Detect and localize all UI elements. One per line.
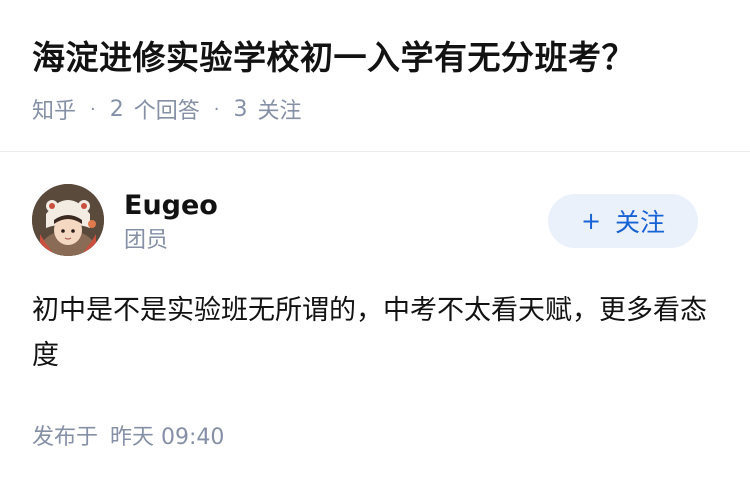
source-label[interactable]: 知乎 xyxy=(32,93,76,125)
answers-label[interactable]: 个回答 xyxy=(134,93,200,125)
answer-content[interactable]: 初中是不是实验班无所谓的，中考不太看天赋，更多看态度 xyxy=(32,288,718,378)
published-time: 昨天 09:40 xyxy=(110,425,225,450)
published-label: 发布于 xyxy=(32,425,99,450)
follow-button-label: 关注 xyxy=(615,208,666,237)
answer-card: Eugeo 团员 + 关注 初中是不是实验班无所谓的，中考不太看天赋，更多看态度… xyxy=(0,153,750,486)
follow-button[interactable]: + 关注 xyxy=(548,194,698,248)
question-header: 海淀进修实验学校初一入学有无分班考？ 知乎 · 2 个回答 · 3 关注 xyxy=(0,0,750,152)
author-name[interactable]: Eugeo xyxy=(124,188,218,224)
plus-icon: + xyxy=(580,207,602,235)
meta-separator-dot: · xyxy=(213,98,220,120)
author-row: Eugeo 团员 + 关注 xyxy=(32,184,718,260)
answer-publish-time: 发布于 昨天 09:40 xyxy=(32,419,224,451)
question-meta: 知乎 · 2 个回答 · 3 关注 xyxy=(32,93,302,125)
meta-separator-dot: · xyxy=(90,98,96,120)
followers-label[interactable]: 关注 xyxy=(258,93,302,125)
answers-count: 2 xyxy=(109,96,124,122)
user-avatar[interactable] xyxy=(32,184,104,256)
question-title[interactable]: 海淀进修实验学校初一入学有无分班考？ xyxy=(32,36,635,80)
followers-count: 3 xyxy=(233,96,248,122)
author-badge: 团员 xyxy=(124,228,169,253)
avatar-illustration-icon xyxy=(32,184,104,256)
